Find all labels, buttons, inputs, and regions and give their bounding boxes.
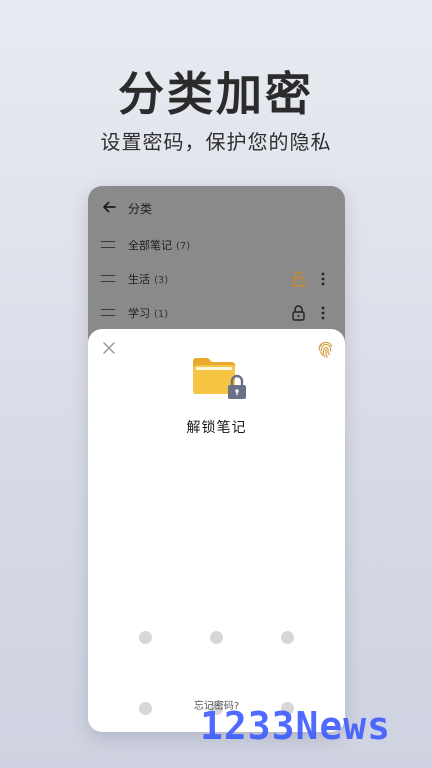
drag-handle-icon[interactable]: [101, 241, 115, 248]
pattern-dot-3[interactable]: [281, 631, 294, 644]
pattern-dot-2[interactable]: [210, 631, 223, 644]
unlock-title: 解锁笔记: [186, 420, 247, 436]
category-row-study[interactable]: 学习 (1): [88, 296, 345, 330]
category-label: 生活: [128, 273, 150, 286]
drag-handle-icon[interactable]: [101, 309, 115, 316]
category-count: (7): [176, 241, 191, 252]
pattern-dot-1[interactable]: [139, 631, 152, 644]
drag-handle-icon[interactable]: [101, 275, 115, 282]
unlocked-lock-icon[interactable]: [291, 270, 306, 287]
promo-headline: 分类加密: [118, 67, 314, 121]
app-bar: 分类: [88, 194, 345, 224]
category-count: (3): [154, 275, 169, 286]
watermark: 1233News: [200, 704, 392, 748]
back-arrow-icon[interactable]: [100, 198, 118, 216]
more-vertical-icon[interactable]: [320, 305, 326, 321]
category-row-life[interactable]: 生活 (3): [88, 262, 345, 296]
close-icon[interactable]: [102, 341, 116, 355]
fingerprint-icon[interactable]: [317, 339, 335, 359]
locked-folder-icon: [193, 358, 246, 399]
category-row-all[interactable]: 全部笔记 (7): [88, 228, 345, 262]
category-count: (1): [154, 309, 169, 320]
promo-subline: 设置密码，保护您的隐私: [100, 130, 332, 154]
phone-screen: 分类 全部笔记 (7) 生活 (3) 学习 (1) 解锁笔记 忘记密码?: [88, 186, 345, 732]
unlock-bottom-sheet: 解锁笔记 忘记密码?: [88, 329, 345, 732]
locked-lock-icon[interactable]: [291, 304, 306, 321]
category-label: 学习: [128, 307, 150, 320]
more-vertical-icon[interactable]: [320, 271, 326, 287]
app-bar-title: 分类: [128, 202, 153, 216]
category-label: 全部笔记: [128, 239, 172, 252]
